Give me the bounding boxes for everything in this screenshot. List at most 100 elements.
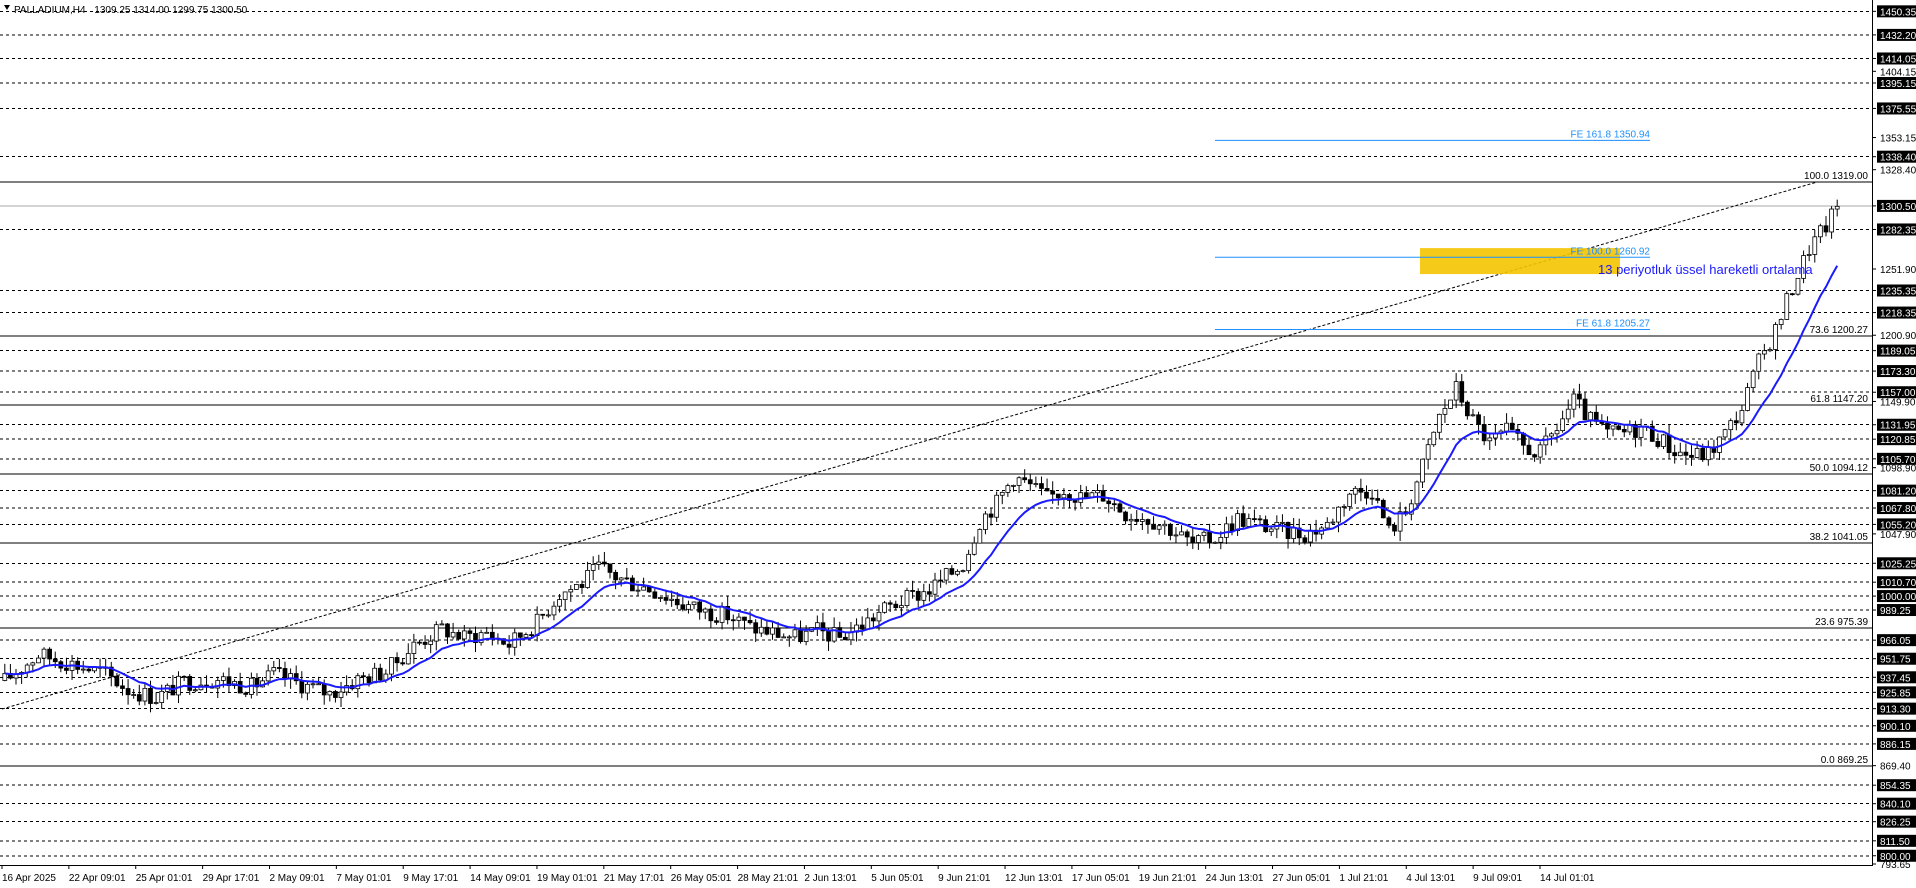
candle-body [1358, 487, 1364, 493]
candle-body [899, 605, 904, 609]
candle-body [999, 492, 1005, 496]
candle-body [1336, 506, 1341, 523]
candle-body [321, 683, 327, 696]
candle-body [310, 683, 316, 686]
candle-body [1011, 485, 1016, 487]
candle-body [842, 636, 848, 641]
candle-body [859, 624, 865, 630]
candle-body [1549, 433, 1554, 437]
candle-body [714, 620, 719, 623]
candle-body [1347, 493, 1353, 507]
candle-body [960, 570, 966, 572]
price-label: 1189.05 [1880, 347, 1916, 358]
candle-body [730, 619, 736, 622]
price-label: 966.05 [1880, 636, 1911, 647]
candle-body [181, 675, 187, 678]
candle-body [1324, 521, 1330, 529]
candle-body [1190, 536, 1196, 543]
candle-body [445, 623, 450, 638]
candle-body [1745, 387, 1750, 411]
price-chart[interactable]: 100.0 1319.00 73.6 1200.27 61.8 1147.20 50.… [0, 0, 1916, 888]
time-label: 29 Apr 17:01 [203, 873, 260, 884]
time-label: 22 Apr 09:01 [69, 873, 126, 884]
candle-body [1750, 370, 1756, 388]
candle-body [148, 687, 153, 704]
candle-body [686, 604, 691, 610]
time-label: 9 May 17:01 [403, 873, 458, 884]
candle-body [1201, 531, 1207, 537]
candle-body [708, 608, 714, 622]
time-label: 19 Jun 21:01 [1139, 873, 1197, 884]
price-label: 1067.80 [1880, 504, 1916, 515]
candle-body [1509, 422, 1515, 430]
candle-body [523, 634, 529, 638]
candle-body [1616, 425, 1622, 430]
time-label: 21 May 17:01 [604, 873, 665, 884]
price-label: 925.85 [1880, 688, 1911, 699]
candle-body [467, 630, 473, 634]
candle-body [1083, 492, 1089, 498]
candle-body [574, 584, 579, 590]
candle-body [47, 648, 52, 660]
candle-body [1139, 519, 1145, 522]
price-label: 1025.25 [1880, 559, 1916, 570]
candle-body [1386, 517, 1392, 526]
candle-body [1173, 534, 1179, 537]
candle-body [1778, 319, 1784, 325]
candle-body [417, 641, 422, 644]
price-label: 1010.70 [1880, 578, 1916, 589]
candle-body [265, 670, 271, 682]
candle-body [1039, 483, 1044, 489]
candle-body [551, 605, 557, 616]
chart-header-symbol: PALLADIUM,H4 1309.25 1314.00 1299.75 130… [14, 5, 248, 16]
candle-body [338, 691, 344, 698]
candle-body [176, 675, 181, 696]
candle-body [36, 657, 41, 664]
time-label: 27 Jun 05:01 [1273, 873, 1331, 884]
time-label: 16 Apr 2025 [2, 873, 56, 884]
candle-body [1352, 487, 1358, 495]
price-label: 913.30 [1880, 705, 1911, 716]
time-label: 14 May 09:01 [470, 873, 531, 884]
candle-body [1280, 521, 1285, 524]
candle-body [1532, 454, 1537, 458]
candle-body [361, 675, 366, 678]
candle-body [814, 622, 820, 628]
candle-body [1683, 451, 1689, 456]
price-label: 1300.50 [1880, 202, 1916, 213]
time-label: 24 Jun 13:01 [1206, 873, 1264, 884]
candle-body [377, 667, 383, 681]
candle-body [758, 626, 764, 634]
candle-body [1476, 414, 1481, 425]
candle-body [1761, 350, 1767, 355]
candle-body [1420, 458, 1425, 483]
candle-body [938, 579, 943, 582]
price-label: 854.35 [1880, 781, 1911, 792]
price-label: 1251.90 [1880, 265, 1916, 276]
candle-body [635, 589, 641, 592]
price-label: 1338.40 [1880, 153, 1916, 164]
candle-body [389, 657, 394, 675]
candle-body [971, 542, 977, 555]
fe-level-label: FE 61.8 1205.27 [1576, 319, 1650, 330]
candle-body [1123, 511, 1128, 522]
candle-body [271, 667, 277, 672]
candle-body [1151, 523, 1156, 530]
candle-body [1722, 429, 1728, 438]
price-label: 1328.40 [1880, 166, 1916, 177]
candle-body [585, 570, 590, 588]
time-label: 14 Jul 01:01 [1540, 873, 1595, 884]
candle-body [1571, 393, 1577, 410]
time-label: 9 Jun 21:01 [938, 873, 991, 884]
candle-body [125, 688, 131, 696]
candle-body [237, 681, 243, 694]
candle-body [1464, 401, 1470, 417]
candle-body [1207, 531, 1212, 544]
candle-body [1095, 490, 1100, 494]
candle-body [1005, 485, 1011, 493]
price-label: 1235.35 [1880, 286, 1916, 297]
candle-body [1168, 523, 1173, 536]
candle-body [1700, 448, 1706, 461]
candle-body [949, 568, 955, 575]
candle-body [1733, 420, 1739, 424]
